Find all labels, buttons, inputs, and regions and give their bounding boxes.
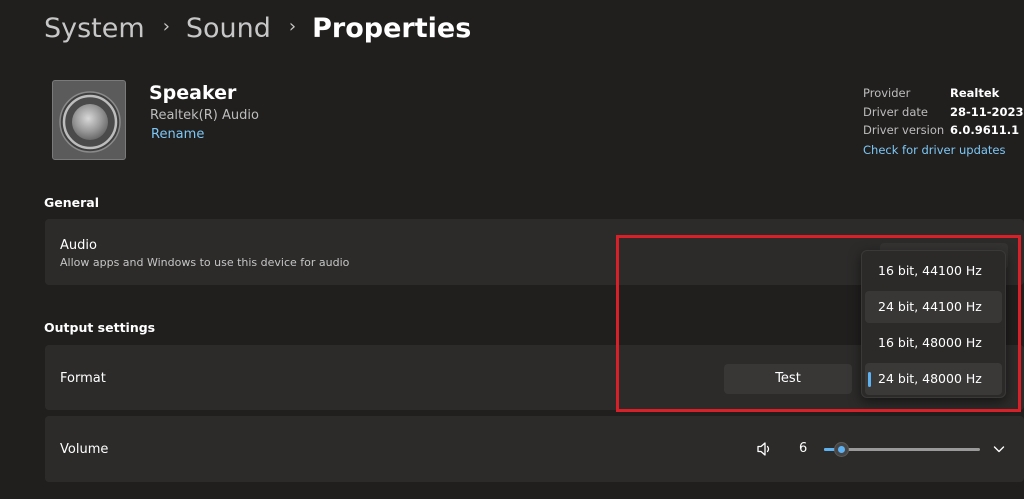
format-option-label: 16 bit, 44100 Hz [878,263,982,278]
driver-date-label: Driver date [863,104,928,119]
audio-description: Allow apps and Windows to use this devic… [60,256,350,269]
page-title: Properties [312,12,472,44]
speaker-volume-icon[interactable] [755,440,773,462]
driver-version-row: Driver version 6.0.9611.1 [863,121,1024,140]
audio-title: Audio [60,238,97,253]
rename-link[interactable]: Rename [151,127,204,142]
driver-version-value: 6.0.9611.1 [950,123,1020,137]
format-option-label: 24 bit, 44100 Hz [878,299,982,314]
format-option-label: 16 bit, 48000 Hz [878,335,982,350]
volume-title: Volume [60,442,109,457]
driver-version-label: Driver version [863,123,945,137]
device-subtitle: Realtek(R) Audio [150,108,259,123]
breadcrumb-system[interactable]: System [44,13,145,44]
driver-provider-value: Realtek [950,86,1000,100]
chevron-down-icon[interactable] [990,440,1008,458]
format-title: Format [60,371,106,386]
driver-date-row: Driver date 28-11-2023 [863,103,1024,122]
volume-value: 6 [799,441,808,456]
driver-info: Provider Realtek Driver date 28-11-2023 … [863,84,1024,159]
volume-slider[interactable] [824,440,980,458]
breadcrumb: System › Sound › Properties [44,8,471,48]
breadcrumb-sound[interactable]: Sound [186,13,271,44]
breadcrumb-separator: › [162,15,170,37]
sound-properties-page: System › Sound › Properties Speaker Real… [0,0,1024,499]
format-option-24bit-44100[interactable]: 24 bit, 44100 Hz [865,291,1002,323]
format-option-24bit-48000[interactable]: 24 bit, 48000 Hz [865,363,1002,395]
breadcrumb-separator: › [288,15,297,37]
speaker-icon [52,80,126,160]
general-section-title: General [44,195,99,210]
selected-indicator [868,372,871,387]
driver-provider-row: Provider Realtek [863,84,1024,103]
driver-provider-label: Provider [863,86,911,100]
device-name: Speaker [149,82,237,104]
format-dropdown-menu: 16 bit, 44100 Hz 24 bit, 44100 Hz 16 bit… [861,250,1006,398]
check-driver-updates-link[interactable]: Check for driver updates [863,141,1024,160]
volume-slider-thumb[interactable] [834,442,849,457]
output-section-title: Output settings [44,320,156,335]
format-option-16bit-44100[interactable]: 16 bit, 44100 Hz [865,255,1002,287]
format-option-16bit-48000[interactable]: 16 bit, 48000 Hz [865,327,1002,359]
test-button[interactable]: Test [724,364,852,394]
format-option-label: 24 bit, 48000 Hz [878,371,982,386]
driver-date-value: 28-11-2023 [950,104,1024,119]
